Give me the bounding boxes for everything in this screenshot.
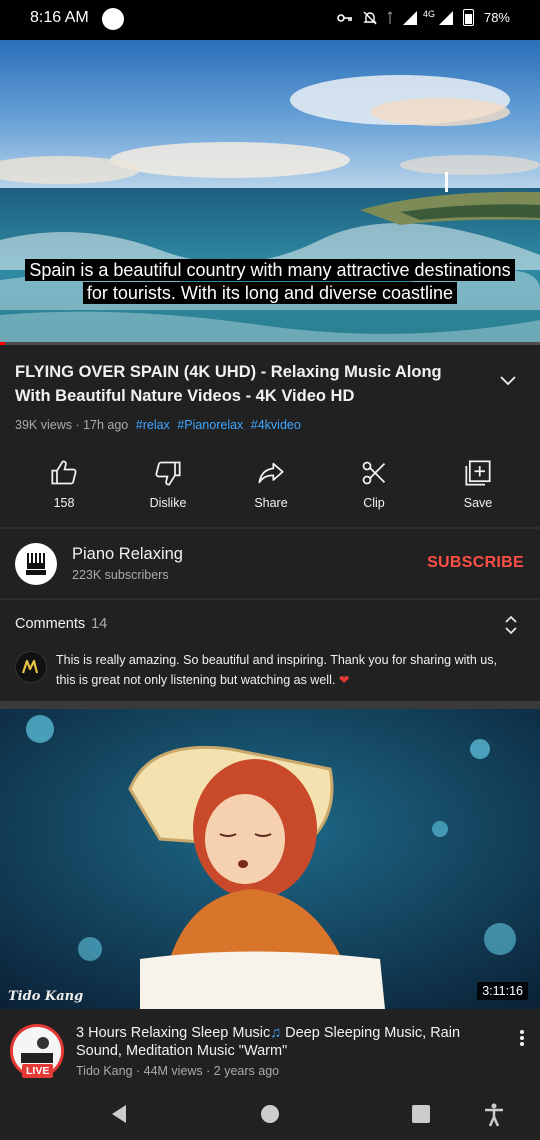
thumbs-down-icon xyxy=(155,461,181,486)
thumbnail-art xyxy=(0,709,540,1009)
dislike-button[interactable]: Dislike xyxy=(128,459,208,510)
battery-level: 78% xyxy=(483,10,510,25)
divider xyxy=(0,527,540,529)
commenter-avatar[interactable] xyxy=(15,651,47,683)
progress-fill xyxy=(0,342,6,345)
next-video-thumbnail[interactable]: Tido Kang 3:11:16 xyxy=(0,709,540,1009)
system-nav-bar xyxy=(0,1089,540,1140)
channel-row[interactable]: Piano Relaxing 223K subscribers SUBSCRIB… xyxy=(0,530,540,598)
home-circle-icon[interactable] xyxy=(259,1103,281,1125)
thumbs-up-icon xyxy=(51,460,77,485)
signal-icon-2 xyxy=(438,10,453,25)
comments-count: 14 xyxy=(91,616,108,632)
battery-icon xyxy=(462,9,474,26)
network-type: 4G xyxy=(422,8,435,19)
video-player[interactable]: Spain is a beautiful country with many a… xyxy=(0,40,540,343)
comments-heading: Comments xyxy=(15,616,86,632)
save-button[interactable]: Save xyxy=(438,459,518,510)
action-row: 158 Dislike Share Clip Save xyxy=(0,455,540,525)
channel-avatar[interactable] xyxy=(15,543,57,585)
video-info[interactable]: FLYING OVER SPAIN (4K UHD) - Relaxing Mu… xyxy=(15,360,475,432)
next-video-info[interactable]: LIVE 3 Hours Relaxing Sleep Music♫ Deep … xyxy=(0,1009,540,1089)
music-note-icon: ♫ xyxy=(270,1025,282,1041)
like-count: 158 xyxy=(53,496,75,510)
recents-square-icon[interactable] xyxy=(410,1103,432,1125)
caption-line-2: for tourists. With its long and diverse … xyxy=(82,282,458,304)
share-label: Share xyxy=(254,496,288,510)
progress-bar[interactable] xyxy=(0,342,540,345)
heart-icon: ❤ xyxy=(338,673,350,687)
dislike-label: Dislike xyxy=(149,496,187,510)
section-separator xyxy=(0,701,540,709)
status-icons: 4G 78% xyxy=(337,9,510,26)
top-comment-text: This is really amazing. So beautiful and… xyxy=(56,653,497,687)
more-options-icon[interactable] xyxy=(519,1029,525,1047)
monogram-logo-icon xyxy=(21,659,39,674)
subscriber-count: 223K subscribers xyxy=(72,568,169,582)
accessibility-icon[interactable] xyxy=(483,1103,505,1127)
comments-section[interactable]: Comments 14 This is really amazing. So be… xyxy=(0,602,540,700)
views-age: 39K views · 17h ago xyxy=(15,418,129,432)
status-time: 8:16 AM xyxy=(30,9,89,26)
key-icon xyxy=(337,13,352,22)
mute-icon xyxy=(363,11,377,24)
video-meta: 39K views · 17h ago #relax #Pianorelax #… xyxy=(15,418,475,432)
next-video-title-part1: 3 Hours Relaxing Sleep Music xyxy=(76,1025,271,1041)
comments-header: Comments 14 xyxy=(15,616,107,632)
next-video-meta: Tido Kang · 44M views · 2 years ago xyxy=(76,1064,280,1078)
subscribe-button[interactable]: SUBSCRIBE xyxy=(427,554,524,572)
wifi-arrows-icon xyxy=(387,10,393,24)
channel-name[interactable]: Piano Relaxing xyxy=(72,545,183,564)
scissors-icon xyxy=(362,461,386,485)
share-icon xyxy=(258,462,284,484)
clip-label: Clip xyxy=(363,496,385,510)
add-to-playlist-icon xyxy=(465,460,491,486)
piano-logo-icon xyxy=(26,553,46,575)
status-bar: 8:16 AM 4G 78% xyxy=(0,0,540,40)
save-label: Save xyxy=(463,496,493,510)
share-button[interactable]: Share xyxy=(231,459,311,510)
top-comment: This is really amazing. So beautiful and… xyxy=(56,650,516,690)
expand-icon[interactable] xyxy=(504,614,518,636)
next-video-title: 3 Hours Relaxing Sleep Music♫ Deep Sleep… xyxy=(76,1024,496,1060)
video-duration: 3:11:16 xyxy=(477,982,528,1000)
clip-button[interactable]: Clip xyxy=(334,459,414,510)
hashtag[interactable]: #Pianorelax xyxy=(177,418,243,432)
hashtag[interactable]: #relax xyxy=(136,418,170,432)
hashtag[interactable]: #4kvideo xyxy=(251,418,301,432)
chevron-down-icon[interactable] xyxy=(498,370,518,390)
live-badge: LIVE xyxy=(22,1064,54,1078)
like-button[interactable]: 158 xyxy=(24,459,104,510)
notification-icon xyxy=(102,8,124,30)
thumbnail-watermark: Tido Kang xyxy=(8,989,84,1004)
caption-line-1: Spain is a beautiful country with many a… xyxy=(25,259,515,281)
video-title: FLYING OVER SPAIN (4K UHD) - Relaxing Mu… xyxy=(15,363,442,405)
signal-icon xyxy=(402,10,417,25)
back-triangle-icon[interactable] xyxy=(108,1103,130,1125)
divider xyxy=(0,598,540,600)
